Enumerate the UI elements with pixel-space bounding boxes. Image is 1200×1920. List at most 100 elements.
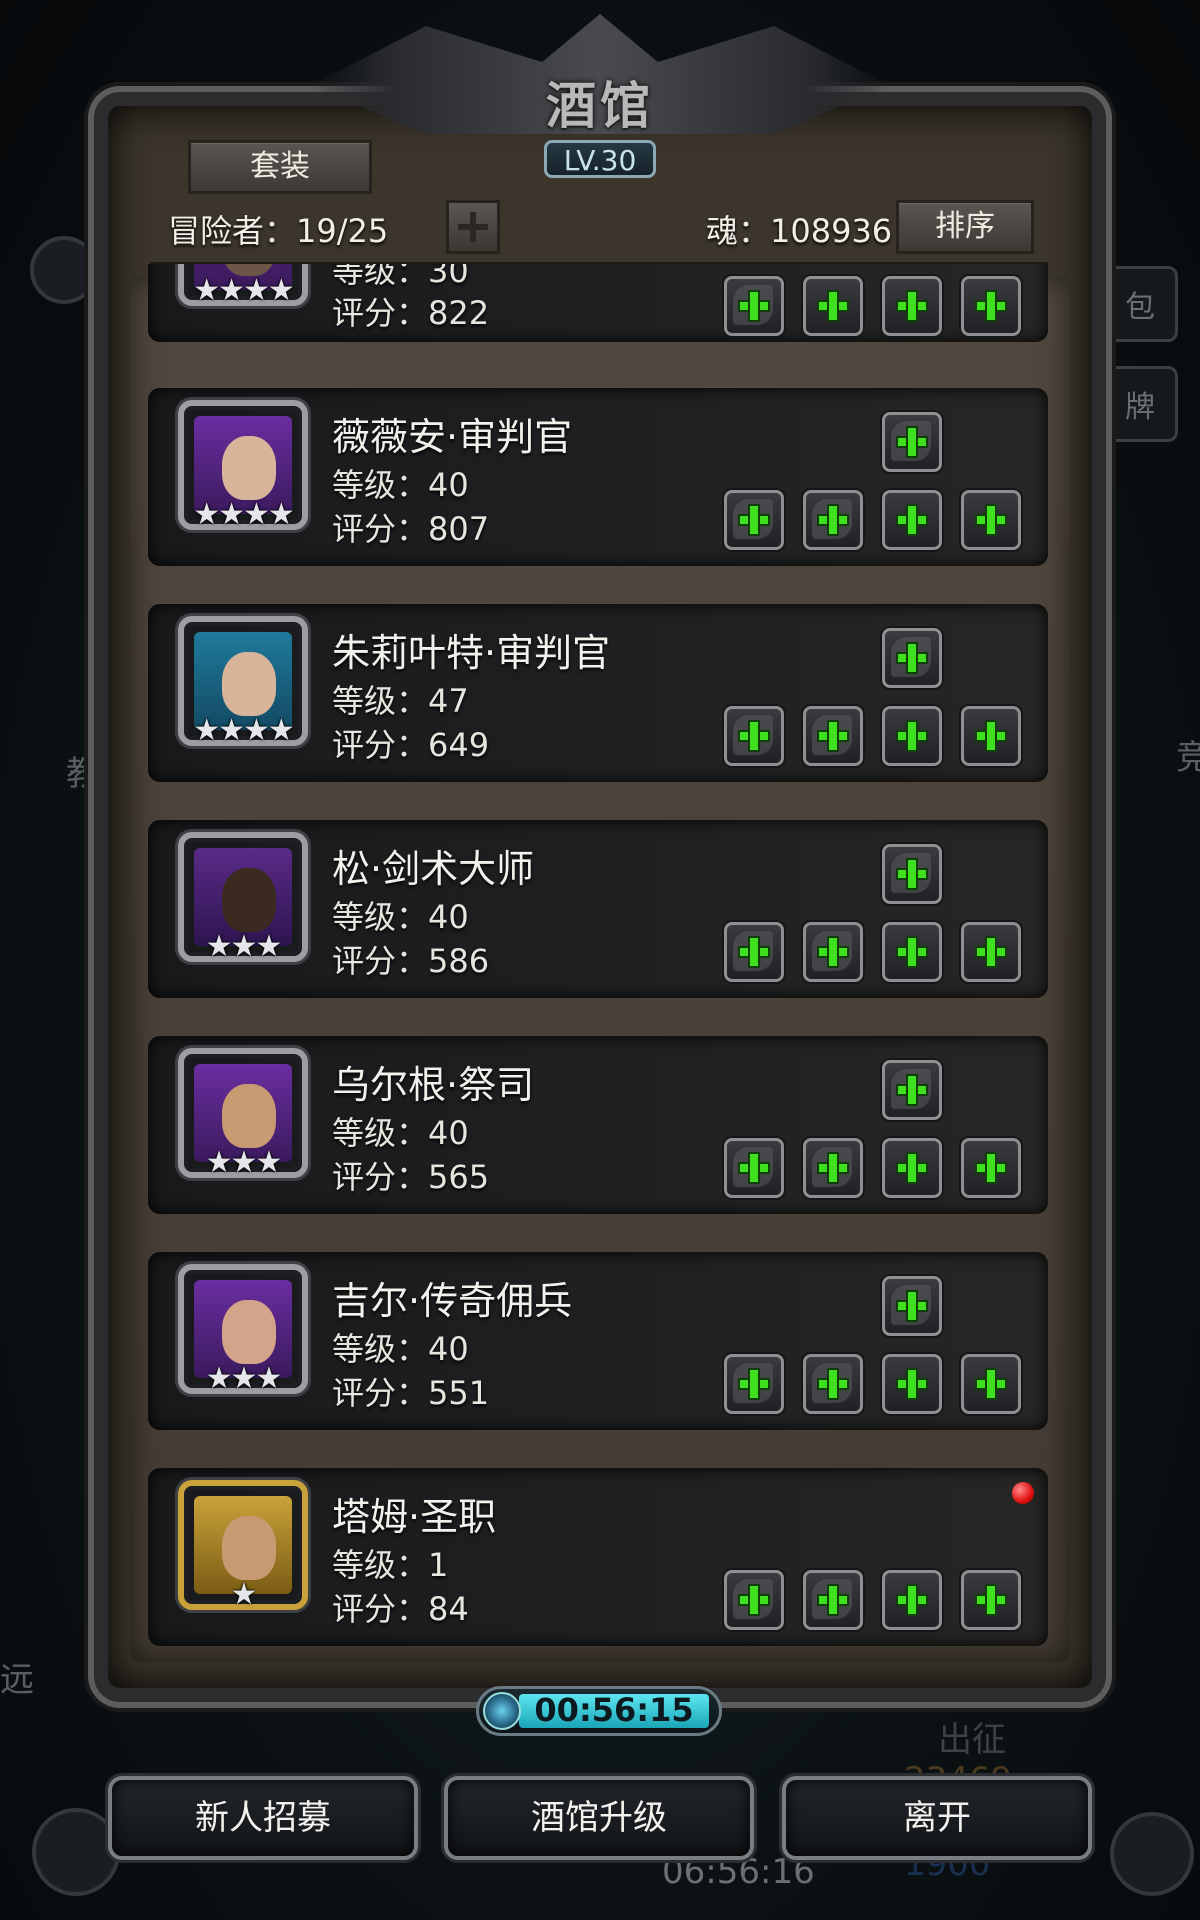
accessory-slot[interactable]: [961, 922, 1021, 982]
ring-slot[interactable]: [882, 1570, 942, 1630]
accessory-slot[interactable]: [961, 706, 1021, 766]
add-equipment-icon: [977, 722, 1005, 750]
add-equipment-icon: [740, 938, 768, 966]
add-equipment-icon: [740, 722, 768, 750]
accessory-slot[interactable]: [961, 1354, 1021, 1414]
special-slot[interactable]: [882, 1276, 942, 1336]
add-equipment-icon: [977, 1154, 1005, 1182]
hero-card[interactable]: ★★★ 吉尔·传奇佣兵 等级：40 评分：551: [148, 1252, 1048, 1430]
hero-name: 薇薇安·审判官: [332, 415, 573, 459]
hero-card[interactable]: ★★★ 松·剑术大师 等级：40 评分：586: [148, 820, 1048, 998]
hero-card[interactable]: ★★★★ 等级：30 评分：822: [148, 264, 1048, 342]
hero-level: 等级：40: [332, 898, 469, 936]
weapon-slot[interactable]: [724, 276, 784, 336]
recruit-button[interactable]: 新人招募: [108, 1776, 418, 1860]
notification-dot: [1012, 1482, 1034, 1504]
ring-slot[interactable]: [882, 276, 942, 336]
hero-score: 评分：807: [332, 510, 490, 548]
add-equipment-icon: [898, 860, 926, 888]
special-slot[interactable]: [882, 844, 942, 904]
ring-slot[interactable]: [882, 1138, 942, 1198]
weapon-slot[interactable]: [724, 490, 784, 550]
hero-name: 塔姆·圣职: [332, 1495, 497, 1539]
special-slot[interactable]: [882, 412, 942, 472]
special-slot[interactable]: [882, 628, 942, 688]
add-equipment-icon: [819, 938, 847, 966]
add-equipment-icon: [898, 292, 926, 320]
suit-button[interactable]: 套装: [188, 140, 372, 194]
hero-portrait[interactable]: ★★★★: [178, 264, 308, 308]
add-capacity-button[interactable]: [446, 200, 500, 254]
weapon-slot[interactable]: [724, 1138, 784, 1198]
hero-stars: ★★★★: [193, 713, 295, 748]
add-equipment-icon: [898, 644, 926, 672]
weapon-slot[interactable]: [724, 1354, 784, 1414]
hero-card[interactable]: ★★★ 乌尔根·祭司 等级：40 评分：565: [148, 1036, 1048, 1214]
special-slot[interactable]: [882, 1060, 942, 1120]
clock-icon: [483, 1692, 521, 1730]
hero-stars: ★★★: [205, 929, 283, 964]
hero-portrait[interactable]: ★★★: [178, 1264, 308, 1396]
armor-slot[interactable]: [803, 706, 863, 766]
add-equipment-icon: [977, 938, 1005, 966]
ring-slot[interactable]: [882, 490, 942, 550]
armor-slot[interactable]: [803, 490, 863, 550]
weapon-slot[interactable]: [724, 706, 784, 766]
hero-list[interactable]: ★★★★ 等级：30 评分：822 ★★★★ 薇薇安·审判官 等级：40 评分：…: [148, 264, 1048, 1654]
add-equipment-icon: [819, 1586, 847, 1614]
hero-level: 等级：40: [332, 1330, 469, 1368]
add-equipment-icon: [740, 1586, 768, 1614]
add-equipment-icon: [898, 1370, 926, 1398]
accessory-slot[interactable]: [961, 276, 1021, 336]
weapon-slot[interactable]: [724, 922, 784, 982]
armor-slot[interactable]: [803, 922, 863, 982]
hero-card[interactable]: ★★★★ 朱莉叶特·审判官 等级：47 评分：649: [148, 604, 1048, 782]
add-equipment-icon: [740, 1370, 768, 1398]
ring-slot[interactable]: [882, 922, 942, 982]
add-equipment-icon: [740, 292, 768, 320]
ring-slot[interactable]: [882, 706, 942, 766]
adventurer-count: 冒险者：19/25: [168, 212, 389, 250]
dialog-title: 酒馆: [546, 76, 654, 135]
add-equipment-icon: [977, 1370, 1005, 1398]
accessory-slot[interactable]: [961, 1138, 1021, 1198]
hero-stars: ★★★: [205, 1145, 283, 1180]
add-equipment-icon: [898, 1154, 926, 1182]
add-equipment-icon: [898, 1292, 926, 1320]
hero-portrait[interactable]: ★★★: [178, 1048, 308, 1180]
bg-gear-icon: [32, 1808, 120, 1896]
hero-portrait[interactable]: ★★★: [178, 832, 308, 964]
hero-card[interactable]: ★ 塔姆·圣职 等级：1 评分：84: [148, 1468, 1048, 1646]
accessory-slot[interactable]: [961, 1570, 1021, 1630]
armor-slot[interactable]: [803, 1570, 863, 1630]
armor-slot[interactable]: [803, 1354, 863, 1414]
upgrade-tavern-button[interactable]: 酒馆升级: [444, 1776, 754, 1860]
add-equipment-icon: [898, 722, 926, 750]
hero-portrait[interactable]: ★★★★: [178, 400, 308, 532]
timer-text: 00:56:15: [534, 1691, 694, 1729]
weapon-slot[interactable]: [724, 1570, 784, 1630]
tavern-level-badge: LV.30: [544, 140, 656, 178]
add-equipment-icon: [819, 722, 847, 750]
hero-score: 评分：551: [332, 1374, 490, 1412]
accessory-slot[interactable]: [961, 490, 1021, 550]
hero-portrait[interactable]: ★★★★: [178, 616, 308, 748]
armor-slot[interactable]: [803, 276, 863, 336]
hero-portrait[interactable]: ★: [178, 1480, 308, 1612]
bg-add-icon: [1110, 1812, 1194, 1896]
armor-slot[interactable]: [803, 1138, 863, 1198]
add-equipment-icon: [898, 1586, 926, 1614]
hero-score: 评分：586: [332, 942, 490, 980]
hero-name: 松·剑术大师: [332, 847, 535, 891]
bg-tab-bag: 包: [1102, 266, 1178, 342]
add-equipment-icon: [977, 292, 1005, 320]
add-equipment-icon: [898, 506, 926, 534]
ring-slot[interactable]: [882, 1354, 942, 1414]
hero-level: 等级：47: [332, 682, 469, 720]
hero-card[interactable]: ★★★★ 薇薇安·审判官 等级：40 评分：807: [148, 388, 1048, 566]
hero-name: 乌尔根·祭司: [332, 1063, 535, 1107]
add-equipment-icon: [977, 506, 1005, 534]
leave-button[interactable]: 离开: [782, 1776, 1092, 1860]
sort-button[interactable]: 排序: [896, 200, 1034, 254]
hero-stars: ★★★: [205, 1361, 283, 1396]
